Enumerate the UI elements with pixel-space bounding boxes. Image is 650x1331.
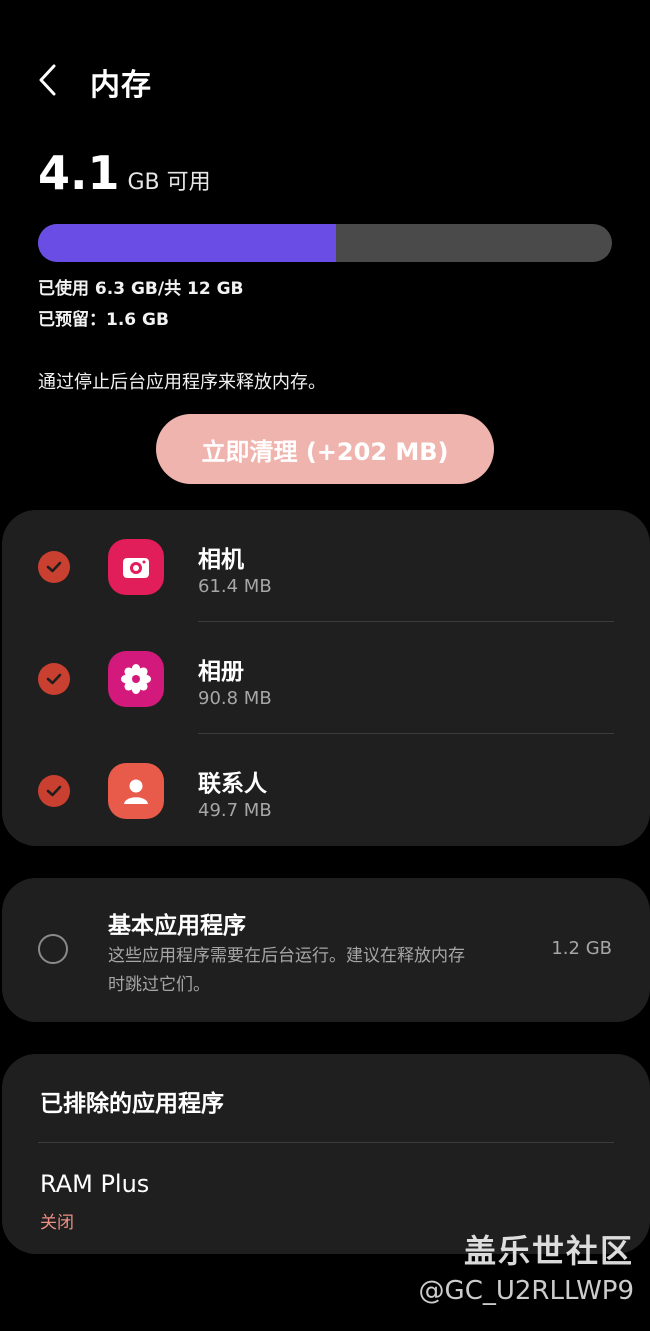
memory-usage-bar [38,224,612,262]
clean-now-button[interactable]: 立即清理 (+202 MB) [156,414,494,484]
app-size: 49.7 MB [198,800,272,821]
used-memory-text: 已使用 6.3 GB/共 12 GB [38,279,244,299]
running-apps-card: 相机 61.4 MB 相册 90.8 MB 联系人 49.7 MB [2,510,650,846]
checkbox-checked[interactable] [38,663,70,695]
gallery-flower-icon [108,651,164,707]
checkbox-checked[interactable] [38,775,70,807]
available-memory: 4.1 GB 可用 [38,146,211,200]
back-button[interactable] [28,56,72,104]
check-icon [46,785,62,797]
radio-unchecked[interactable] [38,934,68,964]
app-row-gallery[interactable]: 相册 90.8 MB [2,622,650,734]
available-value: 4.1 [38,146,120,200]
app-name: 联系人 [198,771,267,797]
ram-plus-status: 关闭 [40,1213,74,1233]
app-name: 相册 [198,659,244,685]
camera-icon [108,539,164,595]
check-icon [46,561,62,573]
basic-apps-desc-line2: 时跳过它们。 [108,975,210,995]
header: 内存 [0,52,650,108]
excluded-apps-link[interactable]: 已排除的应用程序 [40,1084,224,1118]
available-unit: GB 可用 [127,170,211,195]
free-memory-hint: 通过停止后台应用程序来释放内存。 [38,372,326,393]
basic-apps-size: 1.2 GB [551,938,612,959]
page-title: 内存 [90,68,152,103]
app-size: 61.4 MB [198,576,272,597]
basic-apps-card[interactable]: 基本应用程序 这些应用程序需要在后台运行。建议在释放内存 时跳过它们。 1.2 … [2,878,650,1022]
watermark-handle: @GC_U2RLLWP9 [418,1276,634,1306]
basic-apps-title: 基本应用程序 [108,913,246,939]
basic-apps-desc-line1: 这些应用程序需要在后台运行。建议在释放内存 [108,946,465,966]
excluded-apps-card: 已排除的应用程序 RAM Plus 关闭 [2,1054,650,1254]
divider [38,1142,614,1143]
contacts-person-icon [108,763,164,819]
app-row-contacts[interactable]: 联系人 49.7 MB [2,734,650,846]
watermark-logo-text: 盖乐世社区 [463,1232,634,1270]
memory-usage-fill [38,224,337,262]
checkbox-checked[interactable] [38,551,70,583]
chevron-left-icon [39,64,56,96]
app-size: 90.8 MB [198,688,272,709]
ram-plus-title[interactable]: RAM Plus [40,1170,149,1198]
basic-apps-description: 这些应用程序需要在后台运行。建议在释放内存 时跳过它们。 [108,942,528,1000]
reserved-memory-text: 已预留：1.6 GB [38,310,169,330]
app-name: 相机 [198,547,244,573]
check-icon [46,673,62,685]
app-row-camera[interactable]: 相机 61.4 MB [2,510,650,622]
